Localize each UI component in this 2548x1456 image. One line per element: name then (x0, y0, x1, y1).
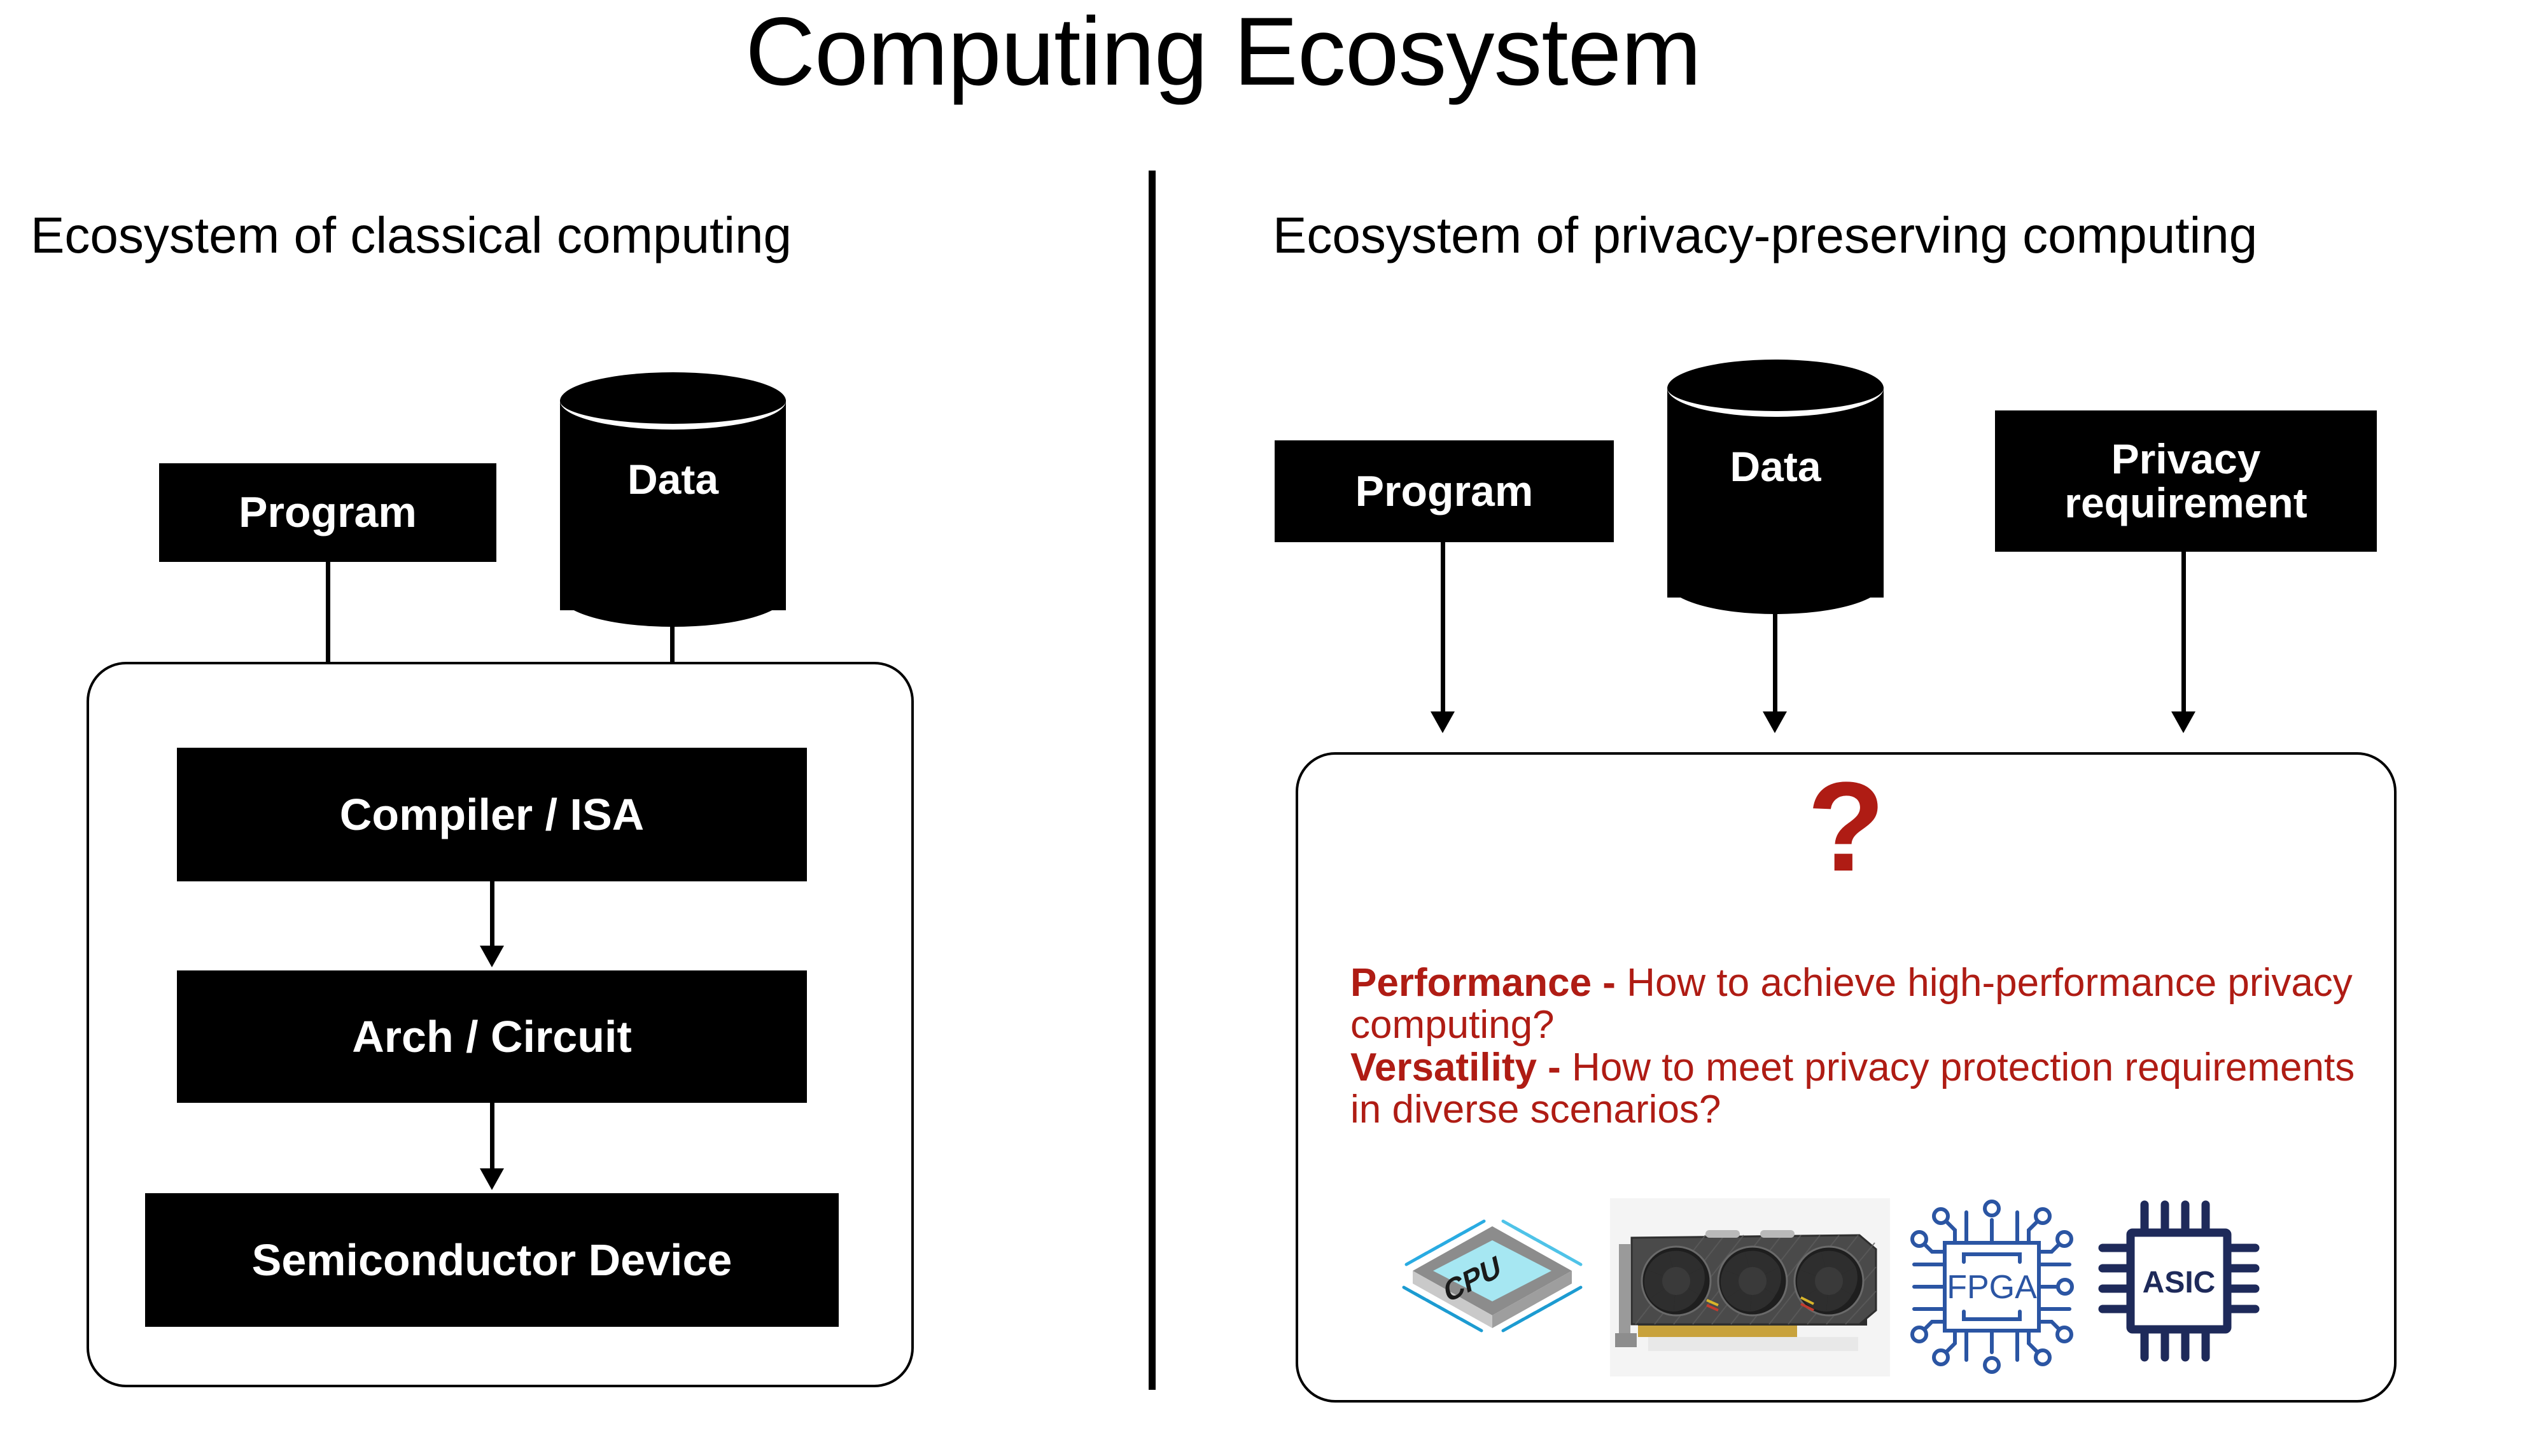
challenge-versatility-term: Versatility - (1350, 1045, 1561, 1089)
fpga-label: FPGA (1947, 1269, 2037, 1306)
left-arch-circuit-box: Arch / Circuit (177, 970, 807, 1103)
page-title: Computing Ecosystem (0, 0, 2548, 108)
left-semiconductor-device-box: Semiconductor Device (145, 1193, 839, 1327)
challenge-versatility: Versatility - How to meet privacy protec… (1350, 1045, 2369, 1131)
left-program-box: Program (159, 463, 496, 562)
challenge-performance: Performance - How to achieve high-perfor… (1350, 962, 2369, 1047)
hardware-icon-strip: CPU FPGA ASIC (1387, 1193, 2291, 1378)
privacy-line-2: requirement (2064, 479, 2307, 526)
right-data-cylinder: Data (1667, 360, 1884, 624)
left-data-cylinder: Data (560, 372, 786, 636)
fpga-chip-icon: FPGA (1896, 1193, 2087, 1378)
left-data-label: Data (627, 456, 719, 503)
challenge-performance-term: Performance - (1350, 961, 1616, 1005)
asic-chip-icon: ASIC (2094, 1193, 2265, 1378)
cpu-chip-icon: CPU (1387, 1193, 1597, 1378)
panel-divider (1149, 171, 1156, 1390)
right-privacy-requirement-box: Privacy requirement (1995, 410, 2377, 552)
right-data-label: Data (1730, 443, 1821, 490)
right-program-box: Program (1275, 440, 1614, 542)
challenge-text-block: Performance - How to achieve high-perfor… (1350, 962, 2369, 1131)
page-title-text: Computing Ecosystem (745, 0, 1702, 106)
asic-label: ASIC (2143, 1266, 2216, 1299)
privacy-line-1: Privacy (2111, 435, 2261, 483)
left-panel-heading: Ecosystem of classical computing (31, 207, 792, 263)
graphics-card-photo (1610, 1198, 1890, 1376)
question-mark-icon: ? (1807, 756, 1886, 898)
right-panel-heading: Ecosystem of privacy-preserving computin… (1273, 207, 2258, 263)
left-compiler-isa-box: Compiler / ISA (177, 748, 807, 881)
